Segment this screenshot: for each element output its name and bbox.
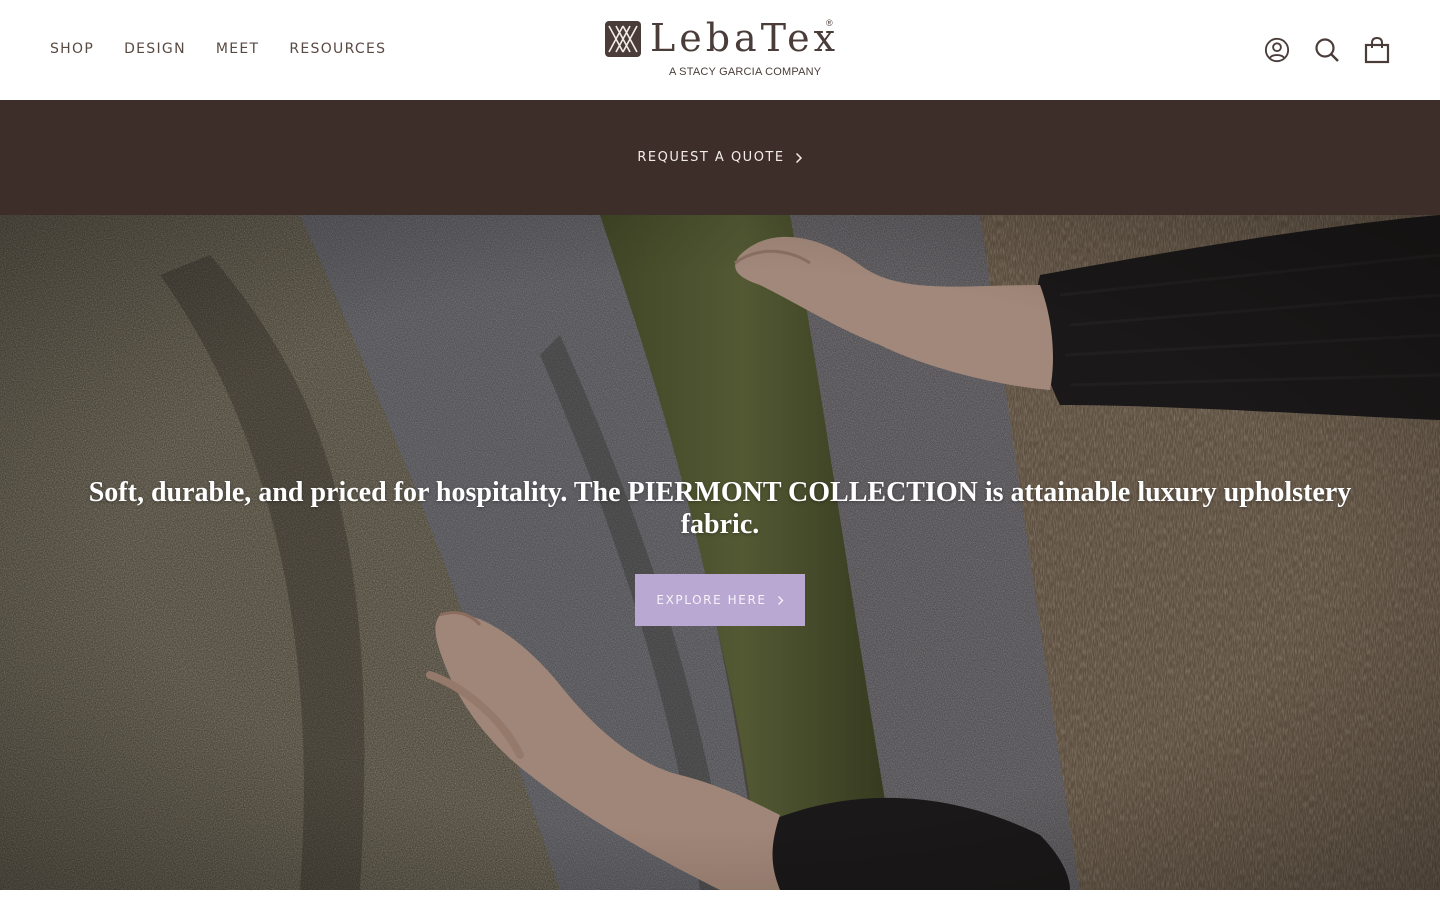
chevron-right-icon [777, 595, 784, 605]
search-icon [1315, 38, 1339, 62]
logo-mark-icon [605, 21, 641, 57]
nav-resources[interactable]: RESOURCES [289, 38, 386, 60]
search-button[interactable] [1314, 33, 1340, 67]
announcement-bar: REQUEST A QUOTE [0, 100, 1440, 215]
explore-button[interactable]: EXPLORE HERE [635, 574, 805, 626]
logo-subtitle: A STACY GARCIA COMPANY [669, 66, 822, 78]
request-quote-link[interactable]: REQUEST A QUOTE [637, 150, 802, 165]
nav-shop[interactable]: SHOP [50, 38, 94, 60]
logo-wordmark: LebaTex [650, 16, 840, 60]
account-icon [1264, 37, 1290, 63]
request-quote-label: REQUEST A QUOTE [637, 150, 785, 165]
registered-mark: ® [826, 18, 833, 28]
chevron-right-icon [795, 152, 802, 163]
site-header: SHOP DESIGN MEET RESOURCES LebaTex ® A S… [0, 0, 1440, 100]
main-nav: SHOP DESIGN MEET RESOURCES [50, 38, 386, 60]
brand-logo[interactable]: LebaTex ® A STACY GARCIA COMPANY [604, 16, 840, 82]
nav-design[interactable]: DESIGN [124, 38, 186, 60]
hero-banner: Soft, durable, and priced for hospitalit… [0, 215, 1440, 890]
explore-button-label: EXPLORE HERE [656, 593, 767, 607]
hero-overlay [0, 215, 1440, 890]
cart-icon [1364, 36, 1390, 64]
nav-meet[interactable]: MEET [216, 38, 260, 60]
account-button[interactable] [1264, 33, 1290, 67]
hero-headline: Soft, durable, and priced for hospitalit… [88, 477, 1352, 540]
header-icons [1264, 33, 1390, 67]
cart-button[interactable] [1364, 33, 1390, 67]
